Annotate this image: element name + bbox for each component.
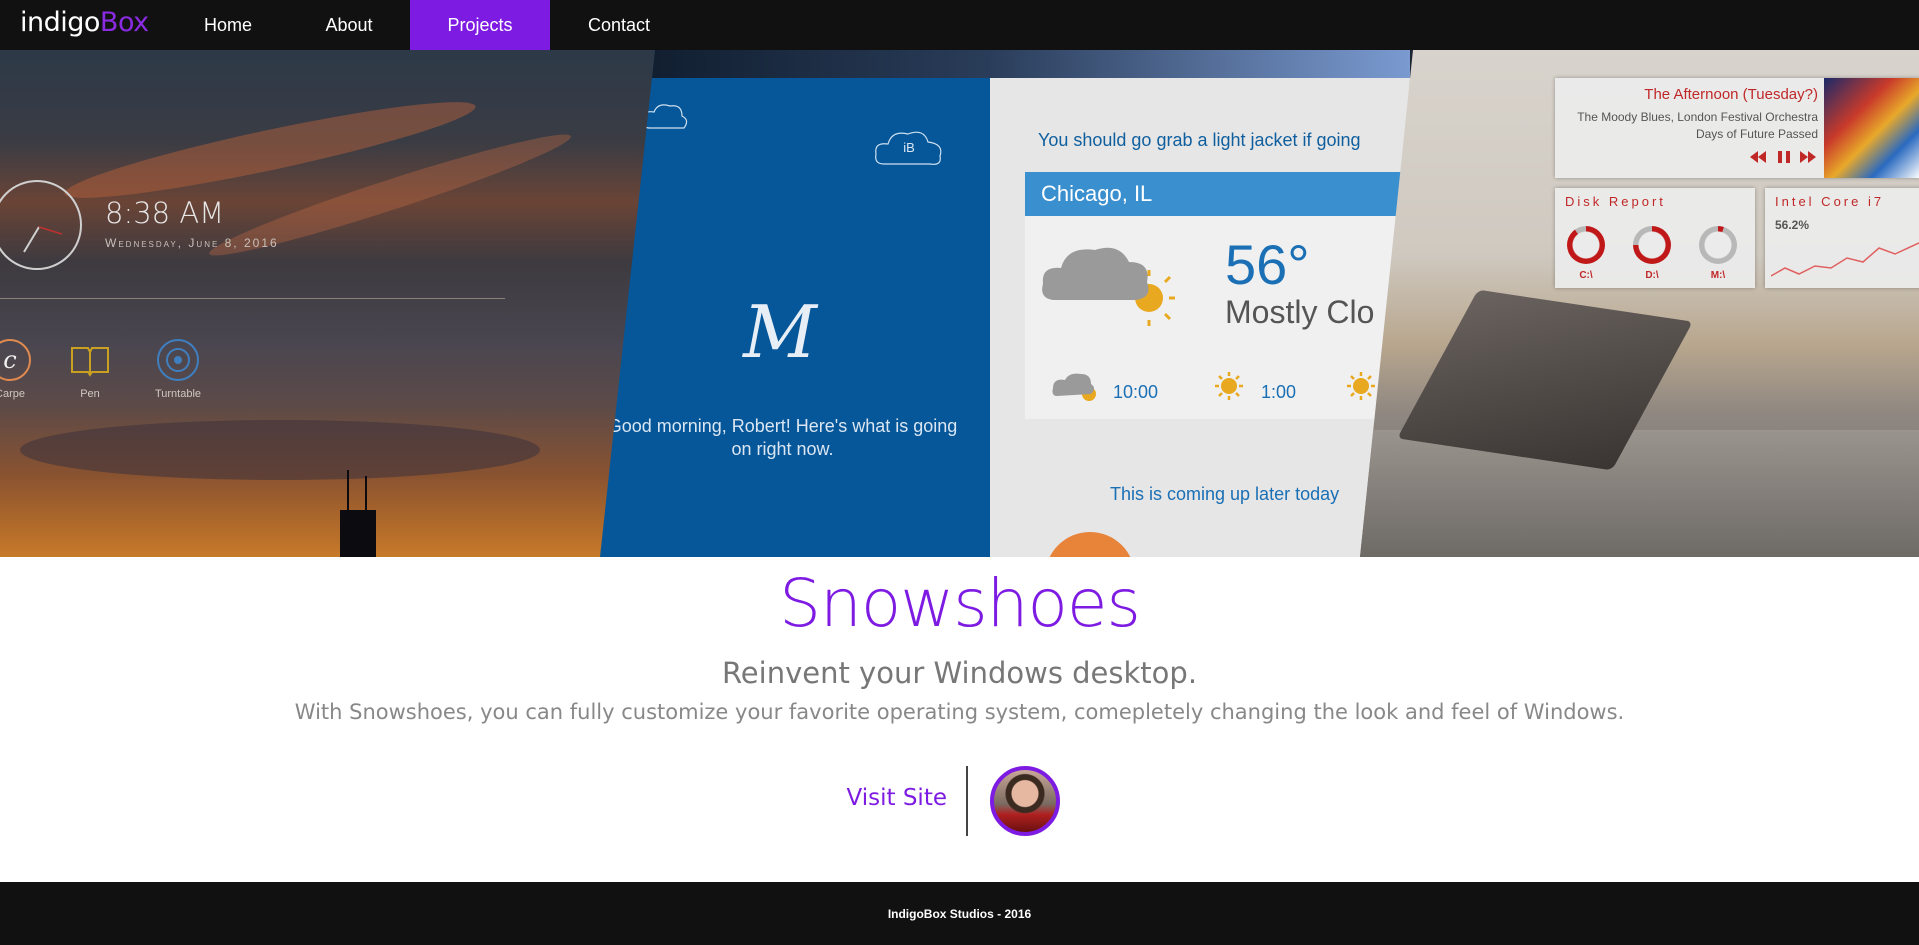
sun-icon (1347, 372, 1375, 400)
pen-book-icon (68, 338, 112, 382)
analog-clock-icon (0, 180, 82, 270)
bed-blanket (1360, 430, 1919, 557)
weather-temperature: 56° (1225, 233, 1310, 296)
brand-text-indigo: indigo (20, 7, 100, 38)
project-description: With Snowshoes, you can fully customize … (294, 700, 1625, 724)
vertical-divider (966, 766, 968, 836)
music-widget: The Afternoon (Tuesday?) The Moody Blues… (1555, 78, 1919, 178)
nav-about-link[interactable]: About (298, 0, 400, 50)
brand-logo[interactable]: indigoBox (20, 7, 149, 38)
partly-cloudy-icon (1042, 247, 1175, 326)
clock-date: Wednesday, June 8, 2016 (105, 236, 279, 250)
author-avatar[interactable] (990, 766, 1060, 836)
hourly-time-2: 1:00 (1261, 382, 1297, 402)
weather-advice: You should go grab a light jacket if goi… (1038, 130, 1361, 150)
hero-panel-clock: 8:38 AM Wednesday, June 8, 2016 c Carpe … (0, 50, 655, 557)
hero-panel-greeting: iB M Good morning, Robert! Here's what i… (600, 50, 995, 557)
nav-contact-link[interactable]: Contact (566, 0, 672, 50)
clock-time: 8:38 AM (105, 196, 225, 230)
top-navbar: indigoBox Home About Projects Contact (0, 0, 1919, 50)
app-label-carpe: Carpe (0, 388, 25, 400)
weather-card: Chicago, IL 56° Mostly Clo 10:00 1:00 (1025, 172, 1410, 419)
m-logo: M (743, 290, 817, 374)
carpe-icon: c (0, 338, 32, 382)
music-album: Days of Future Passed (1695, 127, 1818, 141)
cpu-title: Intel Core i7 (1775, 194, 1885, 209)
footer: IndigoBox Studios - 2016 (0, 882, 1919, 945)
app-label-turntable: Turntable (154, 388, 202, 400)
project-subtitle: Reinvent your Windows desktop. (721, 656, 1198, 690)
skyscraper-silhouette (340, 470, 376, 557)
divider (0, 298, 505, 299)
disk-gauge-m (1699, 226, 1737, 264)
hero-panel-desktop: The Afternoon (Tuesday?) The Moody Blues… (1360, 50, 1919, 557)
disk-gauge-d (1633, 226, 1671, 264)
cpu-widget: Intel Core i7 56.2% (1765, 188, 1919, 288)
visit-site-link[interactable]: Visit Site (810, 785, 947, 811)
disk-label-d: D:\ (1645, 270, 1659, 281)
app-label-pen: Pen (80, 388, 100, 400)
disk-label-c: C:\ (1579, 270, 1593, 281)
orange-circle-decoration (1045, 532, 1135, 557)
svg-text:c: c (3, 346, 16, 374)
disk-label-m: M:\ (1710, 270, 1726, 281)
hourly-time-1: 10:00 (1113, 382, 1159, 402)
hourly-partly-cloudy-icon (1052, 373, 1096, 401)
disk-gauge-c (1567, 226, 1605, 264)
weather-city: Chicago, IL (1025, 172, 1410, 216)
hero-panel-weather: You should go grab a light jacket if goi… (990, 50, 1410, 557)
sun-icon (1215, 372, 1243, 400)
cpu-usage-graph (1771, 241, 1919, 277)
project-title: Snowshoes (779, 565, 1141, 642)
album-art (1824, 78, 1919, 178)
music-title: The Afternoon (Tuesday?) (1644, 86, 1818, 103)
brand-text-box: Box (99, 7, 149, 38)
ib-cloud-label: iB (903, 140, 915, 155)
playback-controls-icon (1750, 151, 1816, 163)
footer-copyright: IndigoBox Studios - 2016 (887, 907, 1032, 921)
disk-report-widget: Disk Report C:\ D:\ M:\ (1555, 188, 1755, 288)
weather-condition: Mostly Clo (1225, 294, 1375, 330)
turntable-icon (156, 338, 200, 382)
greeting-message: Good morning, Robert! Here's what is goi… (607, 416, 958, 459)
project-hero-image: 8:38 AM Wednesday, June 8, 2016 c Carpe … (0, 50, 1919, 557)
weather-upcoming: This is coming up later today (1110, 484, 1340, 504)
nav-home-link[interactable]: Home (178, 0, 278, 50)
nav-projects-link[interactable]: Projects (410, 0, 550, 50)
cpu-usage-value: 56.2% (1775, 218, 1810, 232)
disk-report-title: Disk Report (1565, 194, 1666, 209)
music-artist: The Moody Blues, London Festival Orchest… (1577, 110, 1818, 124)
